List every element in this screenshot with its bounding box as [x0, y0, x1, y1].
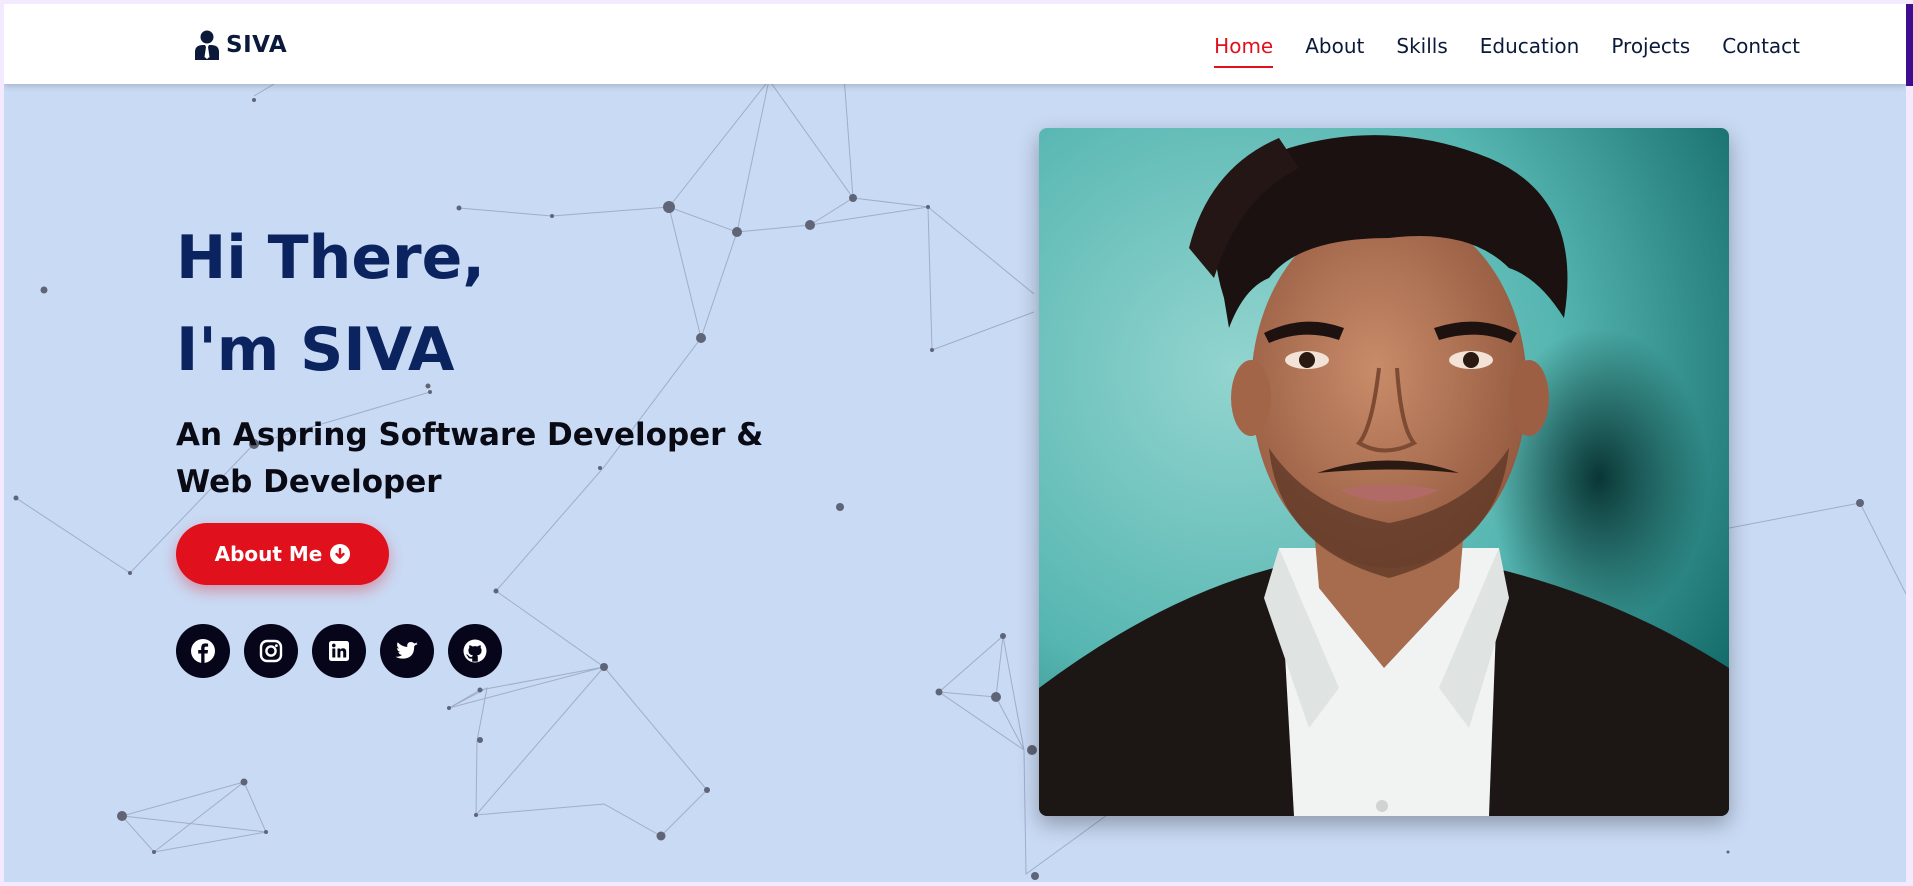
brand-logo[interactable]: SIVA	[194, 30, 287, 60]
hero-greeting-line2: I'm SIVA	[176, 315, 455, 385]
facebook-link[interactable]	[176, 624, 230, 678]
linkedin-link[interactable]	[312, 624, 366, 678]
twitter-link[interactable]	[380, 624, 434, 678]
instagram-icon	[259, 639, 283, 663]
navbar: SIVA Home About Skills Education Project…	[4, 4, 1906, 84]
nav-item-education[interactable]: Education	[1480, 34, 1580, 66]
nav-item-home[interactable]: Home	[1214, 34, 1274, 68]
profile-photo	[1039, 128, 1729, 816]
hero-subtitle: An Aspring Software Developer & Web Deve…	[176, 417, 764, 500]
instagram-link[interactable]	[244, 624, 298, 678]
portrait-illustration	[1039, 128, 1729, 816]
user-tie-icon	[195, 30, 219, 60]
arrow-down-circle-icon	[330, 544, 351, 564]
about-me-label: About Me	[214, 542, 323, 566]
nav-item-contact[interactable]: Contact	[1722, 34, 1800, 66]
page-frame: SIVA Home About Skills Education Project…	[4, 4, 1906, 882]
hero-greeting-line1: Hi There,	[176, 223, 486, 293]
hero-intro: Hi There, I'm SIVA An Aspring Software D…	[176, 212, 816, 506]
nav-item-skills[interactable]: Skills	[1396, 34, 1447, 66]
side-accent-bar	[1906, 4, 1913, 86]
linkedin-icon	[329, 641, 349, 661]
brand-name: SIVA	[226, 32, 288, 58]
github-link[interactable]	[448, 624, 502, 678]
facebook-icon	[191, 639, 215, 663]
github-icon	[463, 639, 487, 663]
nav-item-projects[interactable]: Projects	[1611, 34, 1690, 66]
social-links	[176, 624, 502, 678]
about-me-button[interactable]: About Me	[176, 523, 389, 585]
nav-menu: Home About Skills Education Projects Con…	[1214, 34, 1800, 68]
twitter-icon	[395, 642, 418, 659]
nav-item-about[interactable]: About	[1305, 34, 1364, 66]
